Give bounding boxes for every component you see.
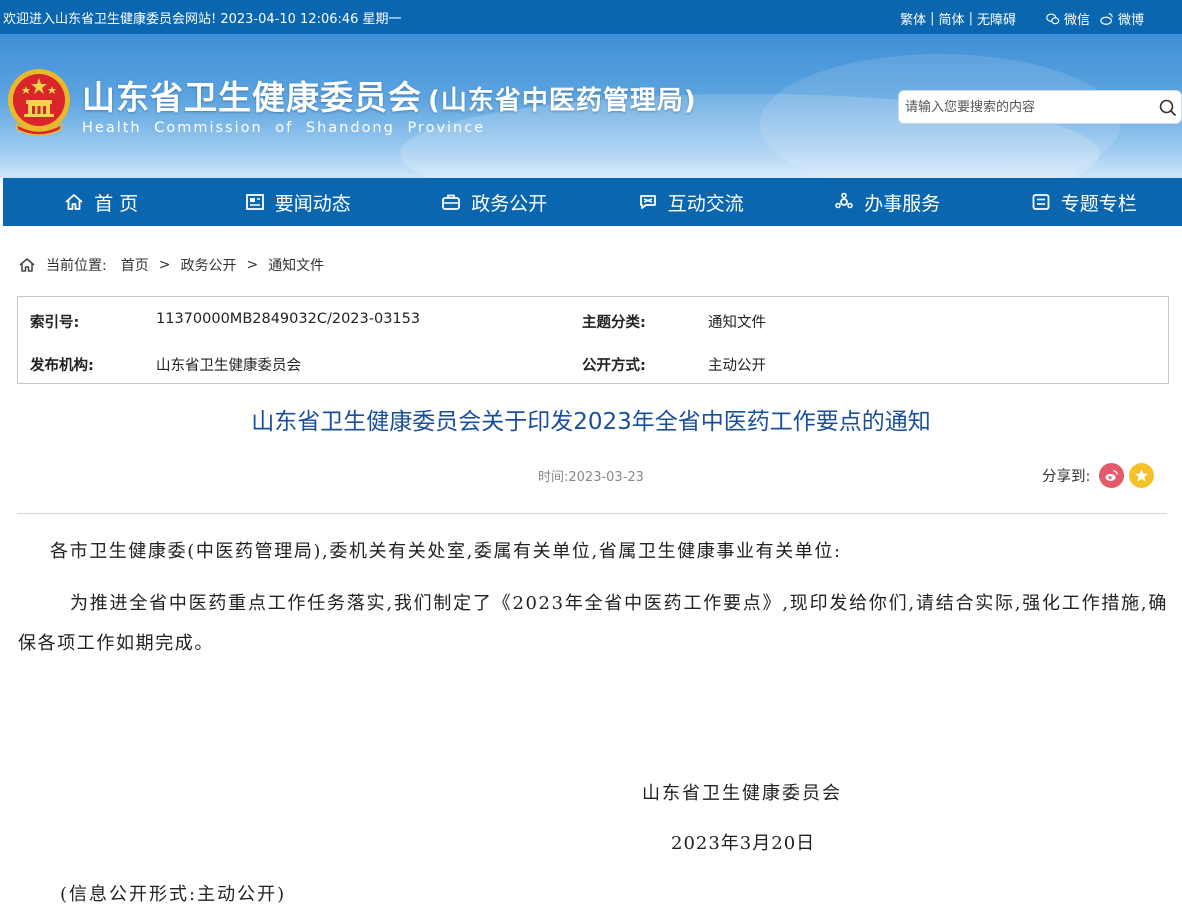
home-icon (65, 194, 83, 210)
disclosure-mode-value: 主动公开 (708, 358, 766, 374)
column-icon (1032, 194, 1050, 210)
nav-item-interaction[interactable]: 互动交流 (593, 178, 790, 226)
index-number-label: 索引号: (30, 315, 80, 331)
service-icon (835, 192, 853, 209)
breadcrumb-item-notices[interactable]: 通知文件 (268, 255, 324, 275)
separator: | (930, 11, 935, 26)
nav-item-special-column[interactable]: 专题专栏 (986, 178, 1182, 226)
weibo-icon (1100, 12, 1113, 25)
breadcrumb-separator: > (246, 257, 259, 273)
nav-item-label: 办事服务 (864, 192, 941, 215)
home-icon (19, 258, 35, 272)
nav-item-label: 互动交流 (667, 192, 744, 215)
nav-item-government-affairs[interactable]: 政务公开 (396, 178, 593, 226)
topic-category-label: 主题分类: (582, 315, 646, 331)
article-salutation: 各市卫生健康委(中医药管理局),委机关有关处室,委属有关单位,省属卫生健康事业有… (50, 541, 842, 562)
national-emblem-icon[interactable] (6, 66, 72, 138)
nav-item-news[interactable]: 要闻动态 (200, 178, 397, 226)
publish-time-label: 时间: (538, 470, 569, 485)
briefcase-icon (442, 194, 461, 210)
share-bar: 分享到: (1042, 463, 1155, 488)
nav-item-label: 专题专栏 (1060, 192, 1137, 215)
wechat-label: 微信 (1063, 13, 1090, 28)
article-date: 2023年3月20日 (671, 833, 816, 854)
share-label: 分享到: (1042, 469, 1091, 485)
publish-time-value: 2023-03-23 (568, 470, 644, 485)
top-links: 繁体 | 简体 | 无障碍 微信 微博 (900, 9, 1144, 28)
site-english-name: Health Commission of Shandong Province (82, 120, 486, 136)
issuing-agency-label: 发布机构: (30, 358, 94, 374)
simplified-chinese-link[interactable]: 简体 (939, 9, 965, 28)
site-title-sub: (山东省中医药管理局) (428, 86, 697, 116)
separator: | (968, 11, 973, 26)
breadcrumb-label: 当前位置: (46, 258, 107, 274)
nav-item-services[interactable]: 办事服务 (789, 178, 986, 226)
nav-item-label: 首 页 (94, 192, 139, 215)
breadcrumb-item-government-affairs[interactable]: 政务公开 (180, 255, 236, 275)
site-title: 山东省卫生健康委员会 (山东省中医药管理局) (82, 71, 697, 119)
index-number-value: 11370000MB2849032C/2023-03153 (156, 311, 421, 327)
main-nav: 首 页 要闻动态 政务公开 互动交流 办事服务 专题专栏 (3, 178, 1182, 226)
news-icon (245, 194, 264, 210)
disclosure-mode-label: 公开方式: (582, 358, 646, 374)
weibo-link[interactable]: 微博 (1100, 9, 1144, 28)
wechat-icon (1046, 12, 1060, 24)
breadcrumb-separator: > (158, 257, 171, 273)
top-bar: 欢迎进入山东省卫生健康委员会网站! 2023-04-10 12:06:46 星期… (0, 0, 1182, 34)
search-box (898, 90, 1182, 124)
share-favorite-button[interactable] (1129, 463, 1155, 488)
article-signature: 山东省卫生健康委员会 (642, 783, 842, 804)
traditional-chinese-link[interactable]: 繁体 (900, 9, 926, 28)
wechat-link[interactable]: 微信 (1046, 9, 1090, 28)
search-icon[interactable] (1159, 99, 1177, 117)
nav-item-label: 要闻动态 (274, 192, 351, 215)
divider (17, 513, 1167, 514)
issuing-agency-value: 山东省卫生健康委员会 (156, 358, 301, 374)
site-title-main: 山东省卫生健康委员会 (82, 78, 422, 117)
weibo-label: 微博 (1117, 13, 1144, 28)
search-input[interactable] (905, 91, 1145, 123)
article-title: 山东省卫生健康委员会关于印发2023年全省中医药工作要点的通知 (251, 409, 931, 435)
site-header: 山东省卫生健康委员会 (山东省中医药管理局) Health Commission … (0, 34, 1182, 178)
star-icon (1135, 469, 1149, 482)
nav-item-home[interactable]: 首 页 (3, 178, 200, 226)
disclosure-form: (信息公开形式:主动公开) (60, 884, 287, 905)
welcome-text: 欢迎进入山东省卫生健康委员会网站! 2023-04-10 12:06:46 星期… (3, 12, 402, 27)
weibo-icon (1105, 470, 1119, 481)
interaction-icon (639, 195, 656, 209)
publish-time: 时间:2023-03-23 (538, 466, 644, 485)
breadcrumb-item-home[interactable]: 首页 (121, 255, 149, 275)
share-weibo-button[interactable] (1099, 463, 1125, 488)
article-paragraph: 为推进全省中医药重点工作任务落实,我们制定了《2023年全省中医药工作要点》,现… (18, 593, 1168, 654)
nav-item-label: 政务公开 (471, 192, 548, 215)
breadcrumb: 当前位置: 首页 > 政务公开 > 通知文件 (18, 255, 324, 275)
accessibility-link[interactable]: 无障碍 (977, 9, 1016, 28)
topic-category-value: 通知文件 (708, 315, 766, 331)
document-info-box: 索引号: 11370000MB2849032C/2023-03153 主题分类:… (17, 296, 1169, 384)
